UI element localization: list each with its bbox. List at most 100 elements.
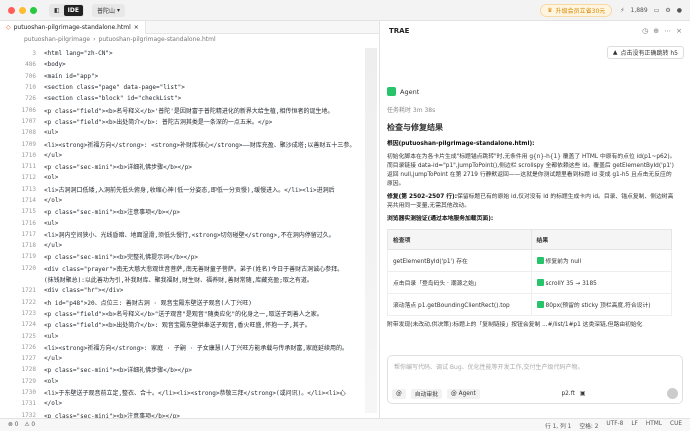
line-number: 1719	[21, 253, 36, 261]
code-line[interactable]: 1726 <li><strong>祈福方向</strong>: 家庭 · 子嗣 ·…	[0, 342, 380, 353]
gear-icon[interactable]: ⚙	[665, 7, 670, 14]
agent-response: 检查与修复结果 根因(putuoshan-pilgrimage-standalo…	[387, 117, 677, 334]
code-line[interactable]: 1710 </ul>	[0, 150, 380, 161]
warning-count[interactable]: ⚠ 0	[24, 422, 35, 428]
task-duration: 任务耗时 3m 38s	[387, 107, 436, 114]
agent-selector[interactable]: @ Agent	[447, 388, 480, 399]
fix-paragraph: 修复(第 2502–2507 行):保留标题已有的原始 id,仅对没有 id 的…	[387, 193, 677, 211]
line-number: 1731	[21, 400, 36, 408]
code-line[interactable]: 706 <main id="app">	[0, 71, 380, 82]
cursor-position[interactable]: 行 1, 列 1	[545, 421, 571, 430]
more-icon[interactable]: ⋯	[664, 27, 671, 35]
root-cause-title: 根因(putuoshan-pilgrimage-standalone.html)…	[387, 141, 535, 147]
avatar[interactable]: ●	[677, 7, 682, 14]
minimap[interactable]	[365, 48, 377, 413]
table-row: 点击目录「登岛码头 · 潮源之始」 scrollY 35 → 3185	[387, 271, 673, 294]
code-lines[interactable]: 3 <html lang="zh-CN"> 486 <body> 706 <main id…	[0, 48, 380, 418]
close-icon[interactable]: ×	[134, 24, 139, 31]
code-line[interactable]: 1732 <p class="sec-mini"><b>注意事项</b></p>	[0, 410, 380, 418]
send-button[interactable]	[666, 388, 678, 399]
code-line[interactable]: 726 <section class="block" id="checkList…	[0, 93, 380, 104]
code-line[interactable]: 710 <section class="page" data-page="lis…	[0, 82, 380, 93]
code-editor: ◇ putuoshan-pilgrimage-standalone.html ×…	[0, 20, 380, 418]
language-mode[interactable]: HTML	[646, 421, 662, 430]
line-text: </ol>	[44, 400, 63, 408]
code-line[interactable]: 1708 <ul>	[0, 127, 380, 138]
code-line[interactable]: 3 <html lang="zh-CN">	[0, 48, 380, 59]
line-number: 1725	[21, 332, 36, 340]
indentation[interactable]: 空格: 2	[579, 421, 598, 430]
line-number: 1727	[21, 355, 36, 363]
line-number: 1721	[21, 287, 36, 295]
code-line[interactable]: 1713 <li>古洞洞口低矮,入洞前先低头俯身,收缩心神(低一分姿态,即低一分贡…	[0, 184, 380, 195]
response-heading: 检查与修复结果	[387, 123, 443, 132]
table-cell: 80px(预留的 sticky 顶栏高度,符合设计)	[530, 293, 673, 316]
breadcrumb-file[interactable]: putuoshan-pilgrimage-standalone.html	[99, 36, 216, 43]
line-ending[interactable]: LF	[631, 421, 638, 430]
verification-table: 检查项 结果 getElementById('p1') 存在 修复前为 null…	[387, 229, 673, 316]
line-text: <body>	[44, 61, 66, 69]
code-line[interactable]: 1727 </ul>	[0, 353, 380, 364]
code-line[interactable]: 1706 <p class="field"><b>名号释义</b>'普陀'是因财富…	[0, 104, 380, 115]
code-line[interactable]: (抹钱财聚总):以此善功为引,补我财库、聚我福财,财生财、福养财,善财常随,库藏…	[0, 274, 380, 285]
close-window-button[interactable]	[8, 6, 15, 14]
code-line[interactable]: 1719 <p class="sec-mini"><b>完整礼佛提示词</b></…	[0, 251, 380, 262]
line-number: 1710	[21, 151, 36, 159]
code-line[interactable]: 1718 </ul>	[0, 240, 380, 251]
code-line[interactable]: 1722 <h id="p48">20、点位三: 善财古洞 · 观音宝殿东壁送子观…	[0, 297, 380, 308]
code-line[interactable]: 1709 <li><strong>祈福方向</strong>: <strong>补…	[0, 138, 380, 149]
line-text: <section class="page" data-page="list">	[44, 84, 185, 92]
code-line[interactable]: 1729 <ol>	[0, 376, 380, 387]
solo-mode-icon[interactable]: ◧	[50, 5, 64, 16]
line-number: 1729	[21, 377, 36, 385]
image-icon[interactable]: ▣	[580, 391, 585, 397]
user-message-chip[interactable]: ▲ 点击没有正确跳转 h5	[606, 46, 684, 59]
code-line[interactable]: 1724 <p class="field"><b>出处简介</b>: 观音宝殿东壁…	[0, 319, 380, 330]
new-chat-icon[interactable]: ⊕	[653, 27, 659, 35]
code-line[interactable]: 1717 <li>洞内空间狭小、光线昏暗、地面湿滑,须低头慢行,<strong>切…	[0, 229, 380, 240]
code-line[interactable]: 1711 <p class="sec-mini"><b>详细礼佛步骤</b></p…	[0, 161, 380, 172]
code-line[interactable]: 1720 <div class="prayer">南无大慈大悲观世音菩萨,南无善财…	[0, 263, 380, 274]
code-line[interactable]: 1723 <p class="field"><b>名号释义</b>"送子观音"是观…	[0, 308, 380, 319]
breadcrumb-folder[interactable]: putuoshan-pilgrimage	[24, 36, 90, 43]
ide-mode-button[interactable]: IDE	[63, 4, 83, 16]
error-count[interactable]: ⊗ 0	[8, 422, 18, 428]
chat-input-placeholder: 帮你编写代码、调试 Bug、优化性能等开发工作,交付生产级代码产物。	[394, 364, 584, 371]
ide-window: ◧ IDE 普陀山 ▾ ♛ 升级会员立省30元 ⚡ 1,889 ▭ ⚙ ● ◇ …	[0, 0, 690, 431]
code-line[interactable]: 1721 <div class="hr"></div>	[0, 285, 380, 296]
project-switcher[interactable]: 普陀山 ▾	[91, 3, 126, 17]
chat-input[interactable]: 帮你编写代码、调试 Bug、优化性能等开发工作,交付生产级代码产物。 @ 自动审…	[387, 355, 683, 404]
code-line[interactable]: 1728 <p class="sec-mini"><b>详细礼佛步骤</b></p…	[0, 364, 380, 375]
layout-icon[interactable]: ▭	[654, 7, 660, 14]
code-line[interactable]: 1707 <p class="field"><b>出处简介</b>: 普陀古洞其类…	[0, 116, 380, 127]
check-icon	[536, 257, 544, 264]
line-text: <li>古洞洞口低矮,入洞前先低头俯身,收缩心神(低一分姿态,即低一分贡慢),缓…	[44, 186, 335, 194]
table-cell: 滚动落点 p1.getBoundingClientRect().top	[387, 293, 532, 316]
auto-approve-toggle[interactable]: 自动审批	[410, 388, 442, 399]
editor-tab[interactable]: ◇ putuoshan-pilgrimage-standalone.html ×	[0, 20, 146, 34]
crown-icon: ♛	[547, 6, 553, 14]
model-selector[interactable]: p2.ft	[561, 391, 574, 397]
zoom-window-button[interactable]	[30, 6, 37, 14]
code-line[interactable]: 1716 <ul>	[0, 217, 380, 228]
line-text: <p class="field"><b>名号释义</b>"送子观音"是观音"随类…	[44, 310, 323, 318]
code-line[interactable]: 1730 <li>于东壁送子观音前立定,整衣、合十。</li><li><stron…	[0, 387, 380, 398]
code-line[interactable]: 1712 <ol>	[0, 172, 380, 183]
code-line[interactable]: 1715 <p class="sec-mini"><b>注意事项</b></p>	[0, 206, 380, 217]
close-icon[interactable]: ×	[676, 27, 682, 35]
code-line[interactable]: 1714 </ol>	[0, 195, 380, 206]
encoding[interactable]: UTF-8	[606, 421, 623, 430]
html-file-icon: ◇	[6, 23, 11, 31]
code-line[interactable]: 1725 <ul>	[0, 330, 380, 341]
code-line[interactable]: 1731 </ol>	[0, 398, 380, 409]
table-cell: 修复前为 null	[530, 249, 673, 272]
mention-button[interactable]: @	[392, 388, 406, 399]
minimize-window-button[interactable]	[19, 6, 26, 14]
history-icon[interactable]: ◷	[642, 27, 648, 35]
line-text: <ul>	[44, 332, 59, 340]
line-text: <ol>	[44, 174, 59, 182]
mode-toggle[interactable]: ◧ IDE	[49, 3, 84, 17]
upgrade-button[interactable]: ♛ 升级会员立省30元	[540, 3, 613, 17]
cue-label[interactable]: CUE	[670, 421, 682, 430]
code-line[interactable]: 486 <body>	[0, 59, 380, 70]
